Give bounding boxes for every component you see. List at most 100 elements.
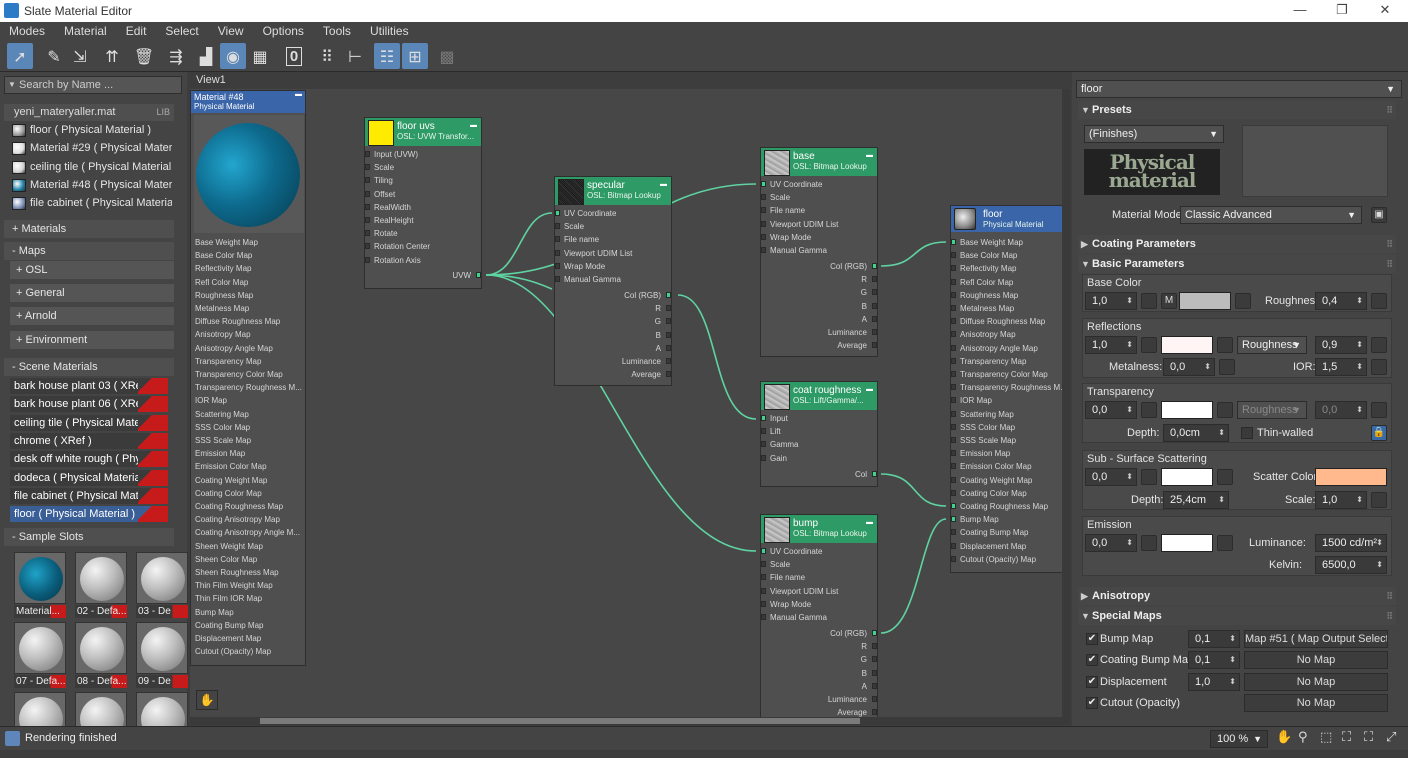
port-socket[interactable]	[365, 177, 370, 184]
port-socket[interactable]	[951, 542, 956, 549]
input-port[interactable]: Wrap Mode	[761, 233, 811, 242]
input-port[interactable]: Diffuse Roughness Map	[951, 317, 1045, 326]
reflection-roughness-spinner[interactable]: 0,9 ⬍	[1315, 336, 1367, 354]
scene-material-item[interactable]: chrome ( XRef )	[10, 432, 168, 449]
input-port[interactable]: Manual Gamma	[761, 613, 827, 622]
input-port[interactable]: Manual Gamma	[555, 275, 621, 284]
sss-scale-spinner[interactable]: 1,0 ⬍	[1315, 491, 1367, 509]
port-socket[interactable]	[951, 371, 956, 377]
port-socket[interactable]	[761, 247, 766, 253]
input-port[interactable]: Coating Bump Map	[951, 528, 1028, 537]
move-children-icon[interactable]: ⇶	[163, 43, 189, 69]
input-port[interactable]: Metalness Map	[195, 304, 249, 313]
input-port[interactable]: Scattering Map	[951, 410, 1014, 419]
special-maps-rollout[interactable]: ▼ Special Maps ⠿	[1078, 607, 1396, 625]
menu-modes[interactable]: Modes	[0, 24, 55, 38]
port-socket[interactable]	[555, 236, 560, 243]
port-socket[interactable]	[365, 151, 370, 157]
port-socket[interactable]	[666, 358, 671, 364]
port-socket[interactable]	[951, 450, 956, 457]
port-socket[interactable]	[951, 489, 956, 496]
kelvin-spinner[interactable]: 6500,0 ⬍	[1315, 556, 1387, 574]
port-socket[interactable]	[951, 331, 956, 338]
input-port[interactable]: Coating Color Map	[951, 489, 1027, 498]
thin-walled-checkbox[interactable]	[1241, 427, 1253, 439]
sss-color-map-button[interactable]	[1217, 469, 1233, 485]
port-socket[interactable]	[555, 262, 560, 269]
menu-options[interactable]: Options	[254, 24, 314, 38]
base-weight-map-button[interactable]	[1141, 293, 1157, 309]
scene-material-item[interactable]: dodeca ( Physical Material )	[10, 469, 168, 486]
base-color-map-button[interactable]	[1235, 293, 1251, 309]
input-port[interactable]: Input	[761, 414, 788, 423]
input-port[interactable]: Reflectivity Map	[951, 264, 1016, 273]
output-port[interactable]: Average	[837, 708, 877, 717]
port-socket[interactable]	[761, 454, 766, 461]
input-port[interactable]: Transparency Map	[951, 357, 1026, 366]
transparency-roughness-map-button[interactable]	[1371, 402, 1387, 418]
reflection-weight-map-button[interactable]	[1141, 337, 1157, 353]
input-port[interactable]: Emission Color Map	[951, 462, 1032, 471]
presets-rollout[interactable]: ▼ Presets ⠿	[1078, 101, 1396, 119]
pan-icon[interactable]: ✋	[1276, 730, 1292, 745]
ior-map-button[interactable]	[1371, 359, 1387, 375]
output-port[interactable]: Luminance	[622, 357, 671, 366]
input-port[interactable]: Cutout (Opacity) Map	[195, 647, 271, 656]
roughness-map-button[interactable]	[1371, 293, 1387, 309]
coating-rollout[interactable]: ▶ Coating Parameters ⠿	[1078, 235, 1396, 253]
port-socket[interactable]	[872, 696, 877, 702]
port-socket[interactable]	[951, 555, 956, 562]
port-socket[interactable]	[476, 272, 481, 278]
port-socket[interactable]	[761, 441, 766, 448]
input-port[interactable]: Thin Film Weight Map	[195, 581, 273, 590]
minimize-node-icon[interactable]: ▬	[866, 152, 873, 159]
library-item[interactable]: floor ( Physical Material )	[10, 122, 172, 139]
reflection-roughness-map-button[interactable]	[1371, 337, 1387, 353]
port-socket[interactable]	[666, 318, 671, 325]
pan-hand-icon[interactable]: ✋	[196, 690, 218, 710]
port-socket[interactable]	[951, 357, 956, 364]
output-port[interactable]: Average	[631, 370, 671, 379]
input-port[interactable]: Rotate	[365, 229, 398, 238]
menu-utilities[interactable]: Utilities	[361, 24, 419, 38]
port-socket[interactable]	[666, 371, 671, 378]
output-port[interactable]: A	[862, 315, 877, 324]
port-socket[interactable]	[365, 190, 370, 197]
input-port[interactable]: Roughness Map	[951, 291, 1018, 300]
show-shaded-icon[interactable]: ◉	[220, 43, 246, 69]
transparency-color-map-button[interactable]	[1217, 402, 1233, 418]
reflection-color-swatch[interactable]	[1161, 336, 1213, 354]
port-socket[interactable]	[951, 252, 956, 259]
port-socket[interactable]	[761, 428, 766, 435]
port-socket[interactable]	[872, 276, 877, 283]
port-socket[interactable]	[761, 548, 766, 554]
input-port[interactable]: Anisotropy Angle Map	[195, 344, 273, 353]
input-port[interactable]: Thin Film IOR Map	[195, 594, 262, 603]
input-port[interactable]: Sheen Weight Map	[195, 542, 263, 551]
sample-slot[interactable]: 07 - Defa...	[12, 620, 68, 688]
spinner-arrows-icon[interactable]: ⬍	[1229, 631, 1236, 647]
sss-weight-map-button[interactable]	[1141, 469, 1157, 485]
input-port[interactable]: Viewport UDIM List	[761, 220, 838, 229]
port-socket[interactable]	[365, 256, 370, 263]
delete-icon[interactable]: 🗑	[131, 43, 157, 69]
base-color-m-button[interactable]: M	[1161, 293, 1177, 309]
eyedropper-icon[interactable]: ✎	[41, 43, 67, 69]
special-map-button[interactable]: No Map	[1244, 672, 1388, 691]
save-icon[interactable]: ▣	[1371, 207, 1387, 223]
port-socket[interactable]	[872, 630, 877, 636]
node-header[interactable]: coat roughness OSL: Lift/Gamma/... ▬	[761, 382, 877, 410]
port-socket[interactable]	[951, 423, 956, 430]
input-port[interactable]: Coating Weight Map	[951, 476, 1032, 485]
port-socket[interactable]	[555, 210, 560, 216]
library-item[interactable]: Material #29 ( Physical Materi...	[10, 140, 172, 157]
output-port[interactable]: R	[861, 642, 877, 651]
base-color-swatch[interactable]	[1179, 292, 1231, 310]
input-port[interactable]: SSS Color Map	[951, 423, 1015, 432]
special-map-button[interactable]: No Map	[1244, 693, 1388, 712]
input-port[interactable]: Base Weight Map	[951, 238, 1023, 247]
port-socket[interactable]	[872, 709, 877, 716]
port-socket[interactable]	[951, 384, 956, 391]
special-map-checkbox[interactable]: ✔	[1086, 633, 1098, 645]
scene-material-item[interactable]: bark house plant 03 ( XRef )	[10, 378, 168, 394]
